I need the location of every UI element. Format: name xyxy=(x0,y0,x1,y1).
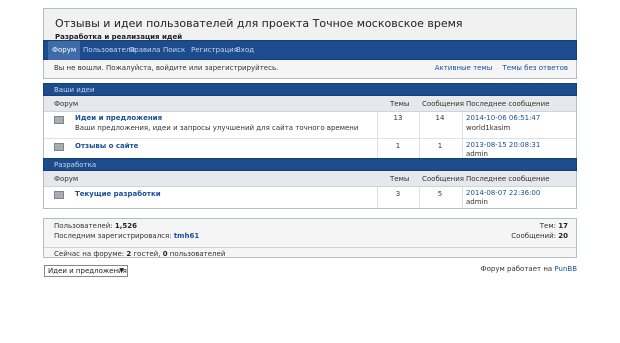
status-bar: Вы не вошли. Пожалуйста, войдите или зар… xyxy=(43,60,577,79)
stats-divider xyxy=(44,247,576,248)
col-posts: Сообщения xyxy=(422,100,465,108)
nav-login[interactable]: Вход xyxy=(232,41,258,60)
last-post-date[interactable]: 2014-08-07 22:36:00 xyxy=(466,189,540,197)
online-users-label: пользователей xyxy=(169,250,226,258)
last-registered-stat: Последним зарегистрировался: tmh61 xyxy=(54,232,199,240)
chevron-down-icon: ▼ xyxy=(119,267,124,274)
col-topics: Темы xyxy=(390,100,410,108)
users-label: Пользователей: xyxy=(54,222,113,230)
users-stat: Пользователей: 1,526 xyxy=(54,222,137,230)
forum-name-ideas[interactable]: Идеи и предложения xyxy=(75,114,162,122)
forum-jump-selected: Идеи и предложения xyxy=(48,267,127,275)
topics-count: 1 xyxy=(395,142,401,150)
powered-by-text: Форум работает на xyxy=(480,265,553,273)
category-your-ideas: Ваши идеи Форум Темы Сообщения Последнее… xyxy=(43,83,577,161)
posts-count: 5 xyxy=(437,190,443,198)
col-posts: Сообщения xyxy=(422,175,465,183)
topics-count: 13 xyxy=(393,114,403,122)
punbb-link[interactable]: PunBB xyxy=(554,265,577,273)
table-header: Форум Темы Сообщения Последнее сообщение xyxy=(44,96,576,112)
last-post-user: world1kasim xyxy=(466,124,511,132)
forum-row: Текущие разработки 3 5 2014-08-07 22:36:… xyxy=(44,187,576,208)
forum-name-current-dev[interactable]: Текущие разработки xyxy=(75,190,161,198)
topics-total: 17 xyxy=(558,222,568,230)
nav-forum[interactable]: Форум xyxy=(48,41,81,60)
main-nav: Форум Пользователи Правила Поиск Регистр… xyxy=(43,40,577,60)
posts-count: 1 xyxy=(437,142,443,150)
last-post-date[interactable]: 2014-10-06 06:51:47 xyxy=(466,114,540,122)
board-stats: Пользователей: 1,526 Последним зарегистр… xyxy=(43,218,577,258)
col-last-post: Последнее сообщение xyxy=(466,175,550,183)
powered-by: Форум работает на PunBB xyxy=(481,265,577,273)
forum-name-feedback[interactable]: Отзывы о сайте xyxy=(75,142,138,150)
posts-label: Сообщений: xyxy=(511,232,557,240)
forum-jump-select[interactable]: Идеи и предложения ▼ xyxy=(44,265,128,277)
posts-total: 20 xyxy=(558,232,568,240)
category-development: Разработка Форум Темы Сообщения Последне… xyxy=(43,158,577,209)
users-count: 1,526 xyxy=(114,222,138,230)
nav-search[interactable]: Поиск xyxy=(159,41,189,60)
online-stat: Сейчас на форуме: 2 гостей, 0 пользовате… xyxy=(54,250,225,258)
last-registered-user-link[interactable]: tmh61 xyxy=(174,232,199,240)
forum-table: Форум Темы Сообщения Последнее сообщение… xyxy=(43,96,577,161)
topics-stat: Тем: 17 xyxy=(540,222,568,230)
forum-row: Отзывы о сайте 1 1 2013-08-15 20:08:31 a… xyxy=(44,139,576,160)
col-last-post: Последнее сообщение xyxy=(466,100,550,108)
unanswered-topics-link[interactable]: Темы без ответов xyxy=(503,64,568,72)
col-forum: Форум xyxy=(54,175,79,183)
col-topics: Темы xyxy=(390,175,410,183)
last-post-user: admin xyxy=(466,198,488,206)
login-status-message: Вы не вошли. Пожалуйста, войдите или зар… xyxy=(54,64,279,72)
col-forum: Форум xyxy=(54,100,79,108)
topics-count: 3 xyxy=(395,190,401,198)
active-topics-link[interactable]: Активные темы xyxy=(435,64,493,72)
forum-table: Форум Темы Сообщения Последнее сообщение… xyxy=(43,171,577,209)
category-title: Ваши идеи xyxy=(43,83,577,96)
online-users-count: 0 xyxy=(162,250,168,258)
last-post-user: admin xyxy=(466,150,488,158)
forum-description: Ваши предложения, идеи и запросы улучшен… xyxy=(75,124,359,132)
category-title: Разработка xyxy=(43,158,577,171)
last-post-date[interactable]: 2013-08-15 20:08:31 xyxy=(466,141,540,149)
posts-count: 14 xyxy=(435,114,445,122)
last-registered-label: Последним зарегистрировался: xyxy=(54,232,172,240)
board-title: Отзывы и идеи пользователей для проекта … xyxy=(55,17,463,30)
posts-stat: Сообщений: 20 xyxy=(511,232,568,240)
quick-links: Активные темы Темы без ответов xyxy=(427,64,568,72)
topics-label: Тем: xyxy=(539,222,557,230)
forum-icon xyxy=(54,143,64,151)
forum-icon xyxy=(54,116,64,124)
online-guests-label: гостей, xyxy=(133,250,161,258)
forum-icon xyxy=(54,191,64,199)
table-header: Форум Темы Сообщения Последнее сообщение xyxy=(44,171,576,187)
forum-row: Идеи и предложения Ваши предложения, иде… xyxy=(44,112,576,139)
online-label: Сейчас на форуме: xyxy=(54,250,125,258)
page-wrapper: Отзывы и идеи пользователей для проекта … xyxy=(43,8,577,343)
online-guests-count: 2 xyxy=(126,250,132,258)
